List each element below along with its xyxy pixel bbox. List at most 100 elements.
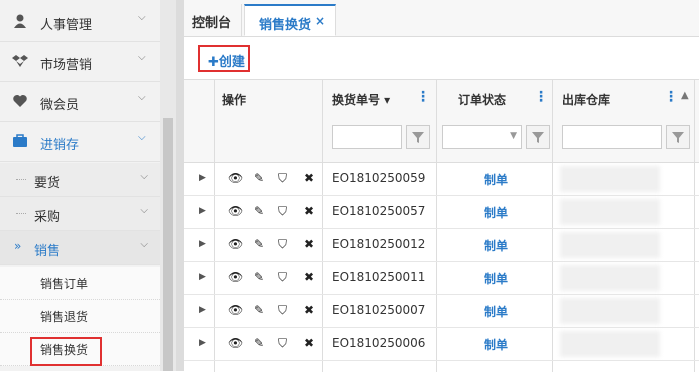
header-warehouse[interactable]: 出库仓库 [562,91,610,108]
edit-icon[interactable]: ✎ [254,204,264,218]
filter-button[interactable] [666,125,690,149]
sidebar-leaf-sales-order[interactable]: 销售订单 [0,267,160,300]
delete-icon[interactable]: ✖ [304,336,314,350]
chevron-up-icon[interactable]: ▲ [681,90,689,101]
shield-icon[interactable]: ⛉ [278,171,287,186]
status-link[interactable]: 制单 [484,303,508,320]
header-status[interactable]: 订单状态 [458,91,506,108]
view-icon[interactable]: 👁 [228,204,243,218]
edit-icon[interactable]: ✎ [254,171,264,185]
table-row[interactable]: ▶ 👁 ✎ ⛉ ✖ EO1810250006 制单 [184,328,699,361]
view-icon[interactable]: 👁 [228,171,243,185]
view-icon[interactable]: 👁 [228,270,243,284]
status-link[interactable]: 制单 [484,171,508,188]
grid-header: 操作 换货单号 ▾ ⋮ 订单状态 ⋮ 出库仓库 ⋮ ▲ [184,80,699,117]
redacted-warehouse [560,166,660,192]
view-icon[interactable]: 👁 [228,237,243,251]
chevron-down-icon: ⌵ [140,205,148,216]
table-row[interactable]: ▶ 👁 ✎ ⛉ ✖ EO1810250007 制单 [184,295,699,328]
shield-icon[interactable]: ⛉ [278,270,287,285]
dropbox-icon [12,55,28,67]
double-chevron-icon: » [14,239,22,253]
expand-icon[interactable]: ▶ [199,206,206,216]
filter-button[interactable] [526,125,550,149]
status-link[interactable]: 制单 [484,336,508,353]
shield-icon[interactable]: ⛉ [278,336,287,351]
header-number[interactable]: 换货单号 ▾ [332,91,390,108]
status-filter-select[interactable]: ▼ [442,125,522,149]
filter-icon [672,132,684,143]
highlight-box [30,337,102,366]
sidebar-item-inventory[interactable]: 进销存 ⌵ [0,122,160,162]
filter-icon [532,132,544,143]
table-row[interactable]: ▶ 👁 ✎ ⛉ ✖ EO1810250057 制单 [184,196,699,229]
delete-icon[interactable]: ✖ [304,303,314,317]
table-row[interactable]: ▶ 👁 ✎ ⛉ ✖ EO1810250011 制单 [184,262,699,295]
edit-icon[interactable]: ✎ [254,237,264,251]
filter-icon [412,132,424,143]
sidebar-sub-purchase[interactable]: 采购 ⌵ [0,197,160,231]
heart-icon [13,95,27,107]
column-menu-icon[interactable]: ⋮ [416,90,430,104]
exchange-number: EO1810250007 [332,303,426,317]
caret-down-icon: ▼ [510,131,517,141]
sidebar-leaf-sales-return[interactable]: 销售退货 [0,300,160,333]
briefcase-icon [13,134,27,147]
data-grid: 操作 换货单号 ▾ ⋮ 订单状态 ⋮ 出库仓库 ⋮ ▲ ▼ ▶ 👁 ✎ ⛉ ✖ … [184,79,699,372]
scrollbar-thumb[interactable] [163,118,173,371]
shield-icon[interactable]: ⛉ [278,237,287,252]
status-link[interactable]: 制单 [484,270,508,287]
sidebar-sub-label: 销售 [34,244,61,259]
expand-icon[interactable]: ▶ [199,272,206,282]
shield-icon[interactable]: ⛉ [278,204,287,219]
edit-icon[interactable]: ✎ [254,270,264,284]
expand-icon[interactable]: ▶ [199,173,206,183]
column-menu-icon[interactable]: ⋮ [534,90,548,104]
close-icon[interactable]: × [315,14,325,28]
redacted-warehouse [560,265,660,291]
tab-console[interactable]: 控制台 [192,4,242,36]
sidebar-item-micro-member[interactable]: 微会员 ⌵ [0,82,160,122]
create-button[interactable]: ✚创建 [198,45,250,72]
delete-icon[interactable]: ✖ [304,171,314,185]
tab-label: 控制台 [192,16,232,31]
status-link[interactable]: 制单 [484,204,508,221]
expand-icon[interactable]: ▶ [199,239,206,249]
sidebar-item-label: 人事管理 [40,18,93,33]
exchange-number: EO1810250011 [332,270,426,284]
redacted-warehouse [560,298,660,324]
delete-icon[interactable]: ✖ [304,270,314,284]
delete-icon[interactable]: ✖ [304,204,314,218]
redacted-warehouse [560,232,660,258]
view-icon[interactable]: 👁 [228,303,243,317]
expand-icon[interactable]: ▶ [199,338,206,348]
number-filter-input[interactable] [332,125,402,149]
sidebar-item-label: 进销存 [40,138,80,153]
column-menu-icon[interactable]: ⋮ [664,90,678,104]
header-actions: 操作 [222,93,247,107]
panel-divider [176,0,184,371]
edit-icon[interactable]: ✎ [254,336,264,350]
chevron-down-icon: ⌵ [138,92,146,103]
delete-icon[interactable]: ✖ [304,237,314,251]
filter-button[interactable] [406,125,430,149]
sidebar-sub-sales[interactable]: » 销售 ⌵ [0,231,160,265]
chevron-down-icon: ⌵ [138,132,146,143]
sidebar-item-label: 微会员 [40,98,80,113]
sidebar-item-marketing[interactable]: 市场营销 ⌵ [0,42,160,82]
shield-icon[interactable]: ⛉ [278,303,287,318]
tab-sales-exchange[interactable]: 销售换货 × [244,4,336,36]
table-row[interactable]: ▶ 👁 ✎ ⛉ ✖ EO1810250012 制单 [184,229,699,262]
warehouse-filter-input[interactable] [562,125,662,149]
sidebar: 人事管理 ⌵ 市场营销 ⌵ 微会员 ⌵ 进销存 ⌵ 要货 ⌵ 采购 ⌵ » 销售… [0,0,160,371]
sidebar-item-hr[interactable]: 人事管理 ⌵ [0,2,160,42]
sidebar-sub-requisition[interactable]: 要货 ⌵ [0,163,160,197]
tab-bar: 控制台 销售换货 × [184,0,699,37]
sidebar-item-label: 市场营销 [40,58,93,73]
exchange-number: EO1810250057 [332,204,426,218]
view-icon[interactable]: 👁 [228,336,243,350]
table-row[interactable]: ▶ 👁 ✎ ⛉ ✖ EO1810250059 制单 [184,163,699,196]
edit-icon[interactable]: ✎ [254,303,264,317]
status-link[interactable]: 制单 [484,237,508,254]
expand-icon[interactable]: ▶ [199,305,206,315]
